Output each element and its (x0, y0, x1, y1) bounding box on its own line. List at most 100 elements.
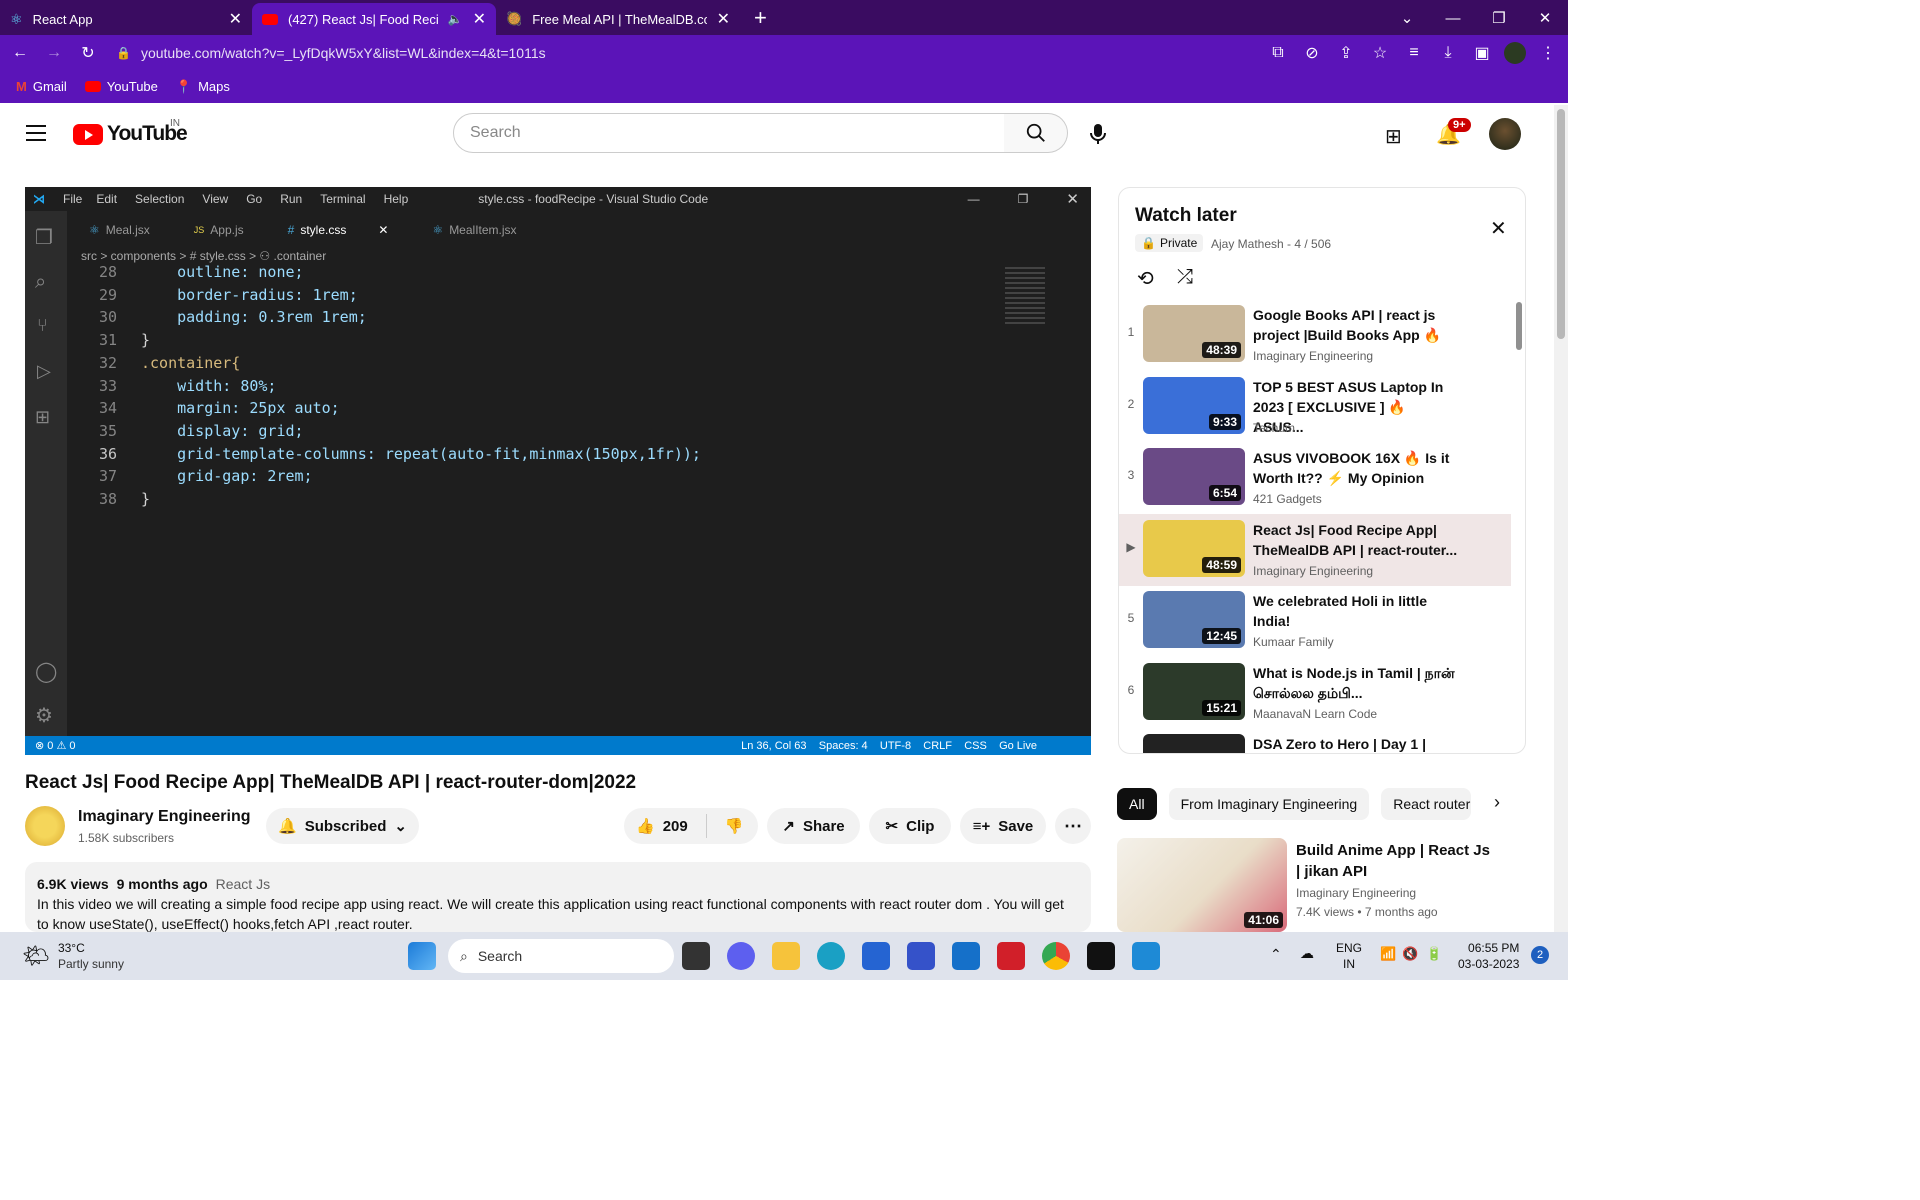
back-icon[interactable]: ← (8, 44, 32, 62)
close-icon[interactable]: ✕ (1490, 216, 1507, 241)
notifications-button[interactable]: 🔔 9+ (1436, 118, 1471, 147)
playlist-item-title[interactable]: DSA Zero to Hero | Day 1 | (1253, 734, 1459, 753)
pen-app-icon[interactable] (907, 942, 935, 970)
recommended-thumbnail[interactable]: 41:06 (1117, 838, 1287, 932)
playlist-item-title[interactable]: Google Books API | react js project |Bui… (1253, 305, 1459, 345)
address-bar[interactable]: 🔒 youtube.com/watch?v=_LyfDqkW5xY&list=W… (110, 39, 1256, 67)
playlist-thumbnail[interactable]: 15:21 (1143, 662, 1245, 720)
playlist-thumbnail[interactable]: 48:39 (1143, 305, 1245, 362)
create-video-icon[interactable]: ⊞ (1385, 124, 1402, 149)
search-input[interactable]: Search (453, 113, 1005, 153)
share-button[interactable]: ↗ Share (767, 808, 860, 844)
loop-icon[interactable]: ⟲ (1137, 266, 1154, 291)
close-tab-icon[interactable]: ✕ (717, 9, 730, 29)
playlist-thumbnail[interactable]: 48:59 (1143, 519, 1245, 577)
share-icon[interactable]: ⇪ (1334, 43, 1358, 63)
playlist-thumbnail[interactable]: 9:33 (1143, 376, 1245, 434)
chip-all[interactable]: All (1117, 788, 1157, 820)
edge-icon[interactable] (817, 942, 845, 970)
playlist-item[interactable]: 1 48:39 Google Books API | react js projec… (1119, 305, 1511, 375)
page-scrollbar[interactable] (1554, 105, 1568, 932)
playlist-item[interactable]: 2 9:33 TOP 5 BEST ASUS Laptop In 2023 [ EX… (1119, 376, 1511, 447)
playlist-title[interactable]: Watch later (1135, 205, 1237, 227)
chip-from-channel[interactable]: From Imaginary Engineering (1168, 788, 1370, 820)
minimize-button[interactable]: — (1430, 10, 1476, 35)
playlist-item-title[interactable]: ASUS VIVOBOOK 16X 🔥 Is it Worth It?? ⚡ M… (1253, 448, 1459, 488)
playlist-thumbnail[interactable]: 6:54 (1143, 448, 1245, 505)
account-avatar[interactable] (1489, 118, 1521, 150)
playlist-item[interactable]: ▶ 48:59 React Js| Food Recipe App| TheMeal… (1119, 513, 1511, 586)
notification-count-badge[interactable]: 2 (1531, 946, 1549, 964)
taskbar-search[interactable]: ⌕ Search (448, 939, 674, 973)
more-actions-button[interactable]: ⋯ (1055, 808, 1091, 844)
channel-name[interactable]: Imaginary Engineering (78, 808, 250, 826)
terminal-icon[interactable] (1087, 942, 1115, 970)
chips-next-icon[interactable]: › (1494, 792, 1500, 813)
wifi-icon[interactable]: 📶 (1380, 946, 1396, 962)
recommended-title[interactable]: Build Anime App | React Js | jikan API (1296, 840, 1496, 882)
bookmark-gmail[interactable]: M Gmail (16, 79, 67, 94)
playlist-item[interactable]: DSA Zero to Hero | Day 1 | (1119, 734, 1511, 753)
hamburger-menu-icon[interactable] (26, 125, 46, 141)
side-panel-icon[interactable]: ▣ (1470, 43, 1494, 63)
video-description[interactable]: 6.9K views 9 months ago React Js In this… (25, 862, 1091, 932)
bookmark-maps[interactable]: 📍 Maps (176, 79, 230, 95)
like-button[interactable]: 👍 209 (636, 817, 688, 836)
weather-widget[interactable]: 🌤 33°C Partly sunny (22, 940, 124, 972)
clock[interactable]: 06:55 PM 03-03-2023 (1458, 940, 1519, 972)
close-window-button[interactable]: ✕ (1522, 9, 1568, 35)
task-view-icon[interactable] (682, 942, 710, 970)
star-icon[interactable]: ☆ (1368, 43, 1392, 63)
recommended-channel[interactable]: Imaginary Engineering (1296, 886, 1416, 900)
file-explorer-icon[interactable] (772, 942, 800, 970)
vscode-icon[interactable] (1132, 942, 1160, 970)
volume-muted-icon[interactable]: 🔇 (1402, 946, 1418, 962)
store-icon[interactable] (862, 942, 890, 970)
video-player[interactable]: ⋊ File Edit Selection View Go Run Termin… (25, 187, 1091, 755)
tracking-off-icon[interactable]: ⊘ (1300, 43, 1324, 63)
tab-search-icon[interactable]: ⌄ (1384, 9, 1430, 35)
bookmark-youtube[interactable]: YouTube (84, 79, 158, 94)
new-tab-button[interactable]: + (740, 5, 781, 35)
shield-icon[interactable] (997, 942, 1025, 970)
close-tab-icon[interactable]: ✕ (473, 9, 486, 29)
battery-icon[interactable]: 🔋 (1426, 946, 1442, 962)
search-button[interactable] (1004, 113, 1068, 153)
playlist-item-title[interactable]: We celebrated Holi in little India! (1253, 591, 1459, 631)
browser-tab-youtube[interactable]: (427) React Js| Food Recipe A 🔈 ✕ (252, 3, 496, 35)
download-icon[interactable]: ⤓ (1436, 44, 1460, 62)
playlist-item[interactable]: 3 6:54 ASUS VIVOBOOK 16X 🔥 Is it Worth It?… (1119, 448, 1511, 518)
profile-avatar[interactable] (1504, 41, 1526, 64)
chat-icon[interactable] (727, 942, 755, 970)
close-tab-icon[interactable]: ✕ (229, 9, 242, 29)
speaker-icon[interactable]: 🔈 (448, 12, 463, 26)
browser-tab-themealdb[interactable]: 🥘 Free Meal API | TheMealDB.com ✕ (496, 3, 740, 35)
dislike-button[interactable]: 👎 (725, 817, 744, 835)
playlist-item[interactable]: 5 12:45 We celebrated Holi in little India… (1119, 591, 1511, 661)
browser-tab-react-app[interactable]: ⚛ React App ✕ (0, 3, 252, 35)
open-in-app-icon[interactable]: ⧉ (1266, 44, 1290, 62)
recommended-video[interactable]: 41:06 Build Anime App | React Js | jikan… (1117, 838, 1537, 932)
panel-scrollbar[interactable] (1516, 302, 1522, 350)
onedrive-icon[interactable]: ☁ (1300, 945, 1314, 962)
more-menu-icon[interactable]: ⋮ (1536, 43, 1560, 63)
chrome-icon[interactable] (1042, 942, 1070, 970)
start-button[interactable] (408, 942, 436, 970)
channel-avatar[interactable] (25, 806, 65, 846)
playlist-item-title[interactable]: What is Node.js in Tamil | நான் சொல்லல த… (1253, 663, 1459, 703)
playlist-thumbnail[interactable]: 12:45 (1143, 591, 1245, 648)
subscribed-button[interactable]: 🔔 Subscribed ⌄ (266, 808, 419, 844)
playlist-item[interactable]: 6 15:21 What is Node.js in Tamil | நான் சொ… (1119, 662, 1511, 733)
chip-react-router[interactable]: React router (1381, 788, 1472, 820)
media-queue-icon[interactable]: ≡ (1402, 44, 1426, 62)
playlist-thumbnail[interactable] (1143, 734, 1245, 753)
language-indicator[interactable]: ENG IN (1336, 940, 1362, 972)
maximize-button[interactable]: ❐ (1476, 9, 1522, 35)
voice-search-button[interactable] (1088, 122, 1108, 146)
shuffle-icon[interactable]: ⤮ (1177, 266, 1193, 289)
playlist-item-title[interactable]: React Js| Food Recipe App| TheMealDB API… (1253, 520, 1459, 560)
tray-overflow-icon[interactable]: ⌃ (1270, 946, 1282, 963)
reload-icon[interactable]: ↻ (76, 43, 100, 63)
save-button[interactable]: ≡+ Save (960, 808, 1046, 844)
video-tag[interactable]: React Js (216, 874, 270, 894)
